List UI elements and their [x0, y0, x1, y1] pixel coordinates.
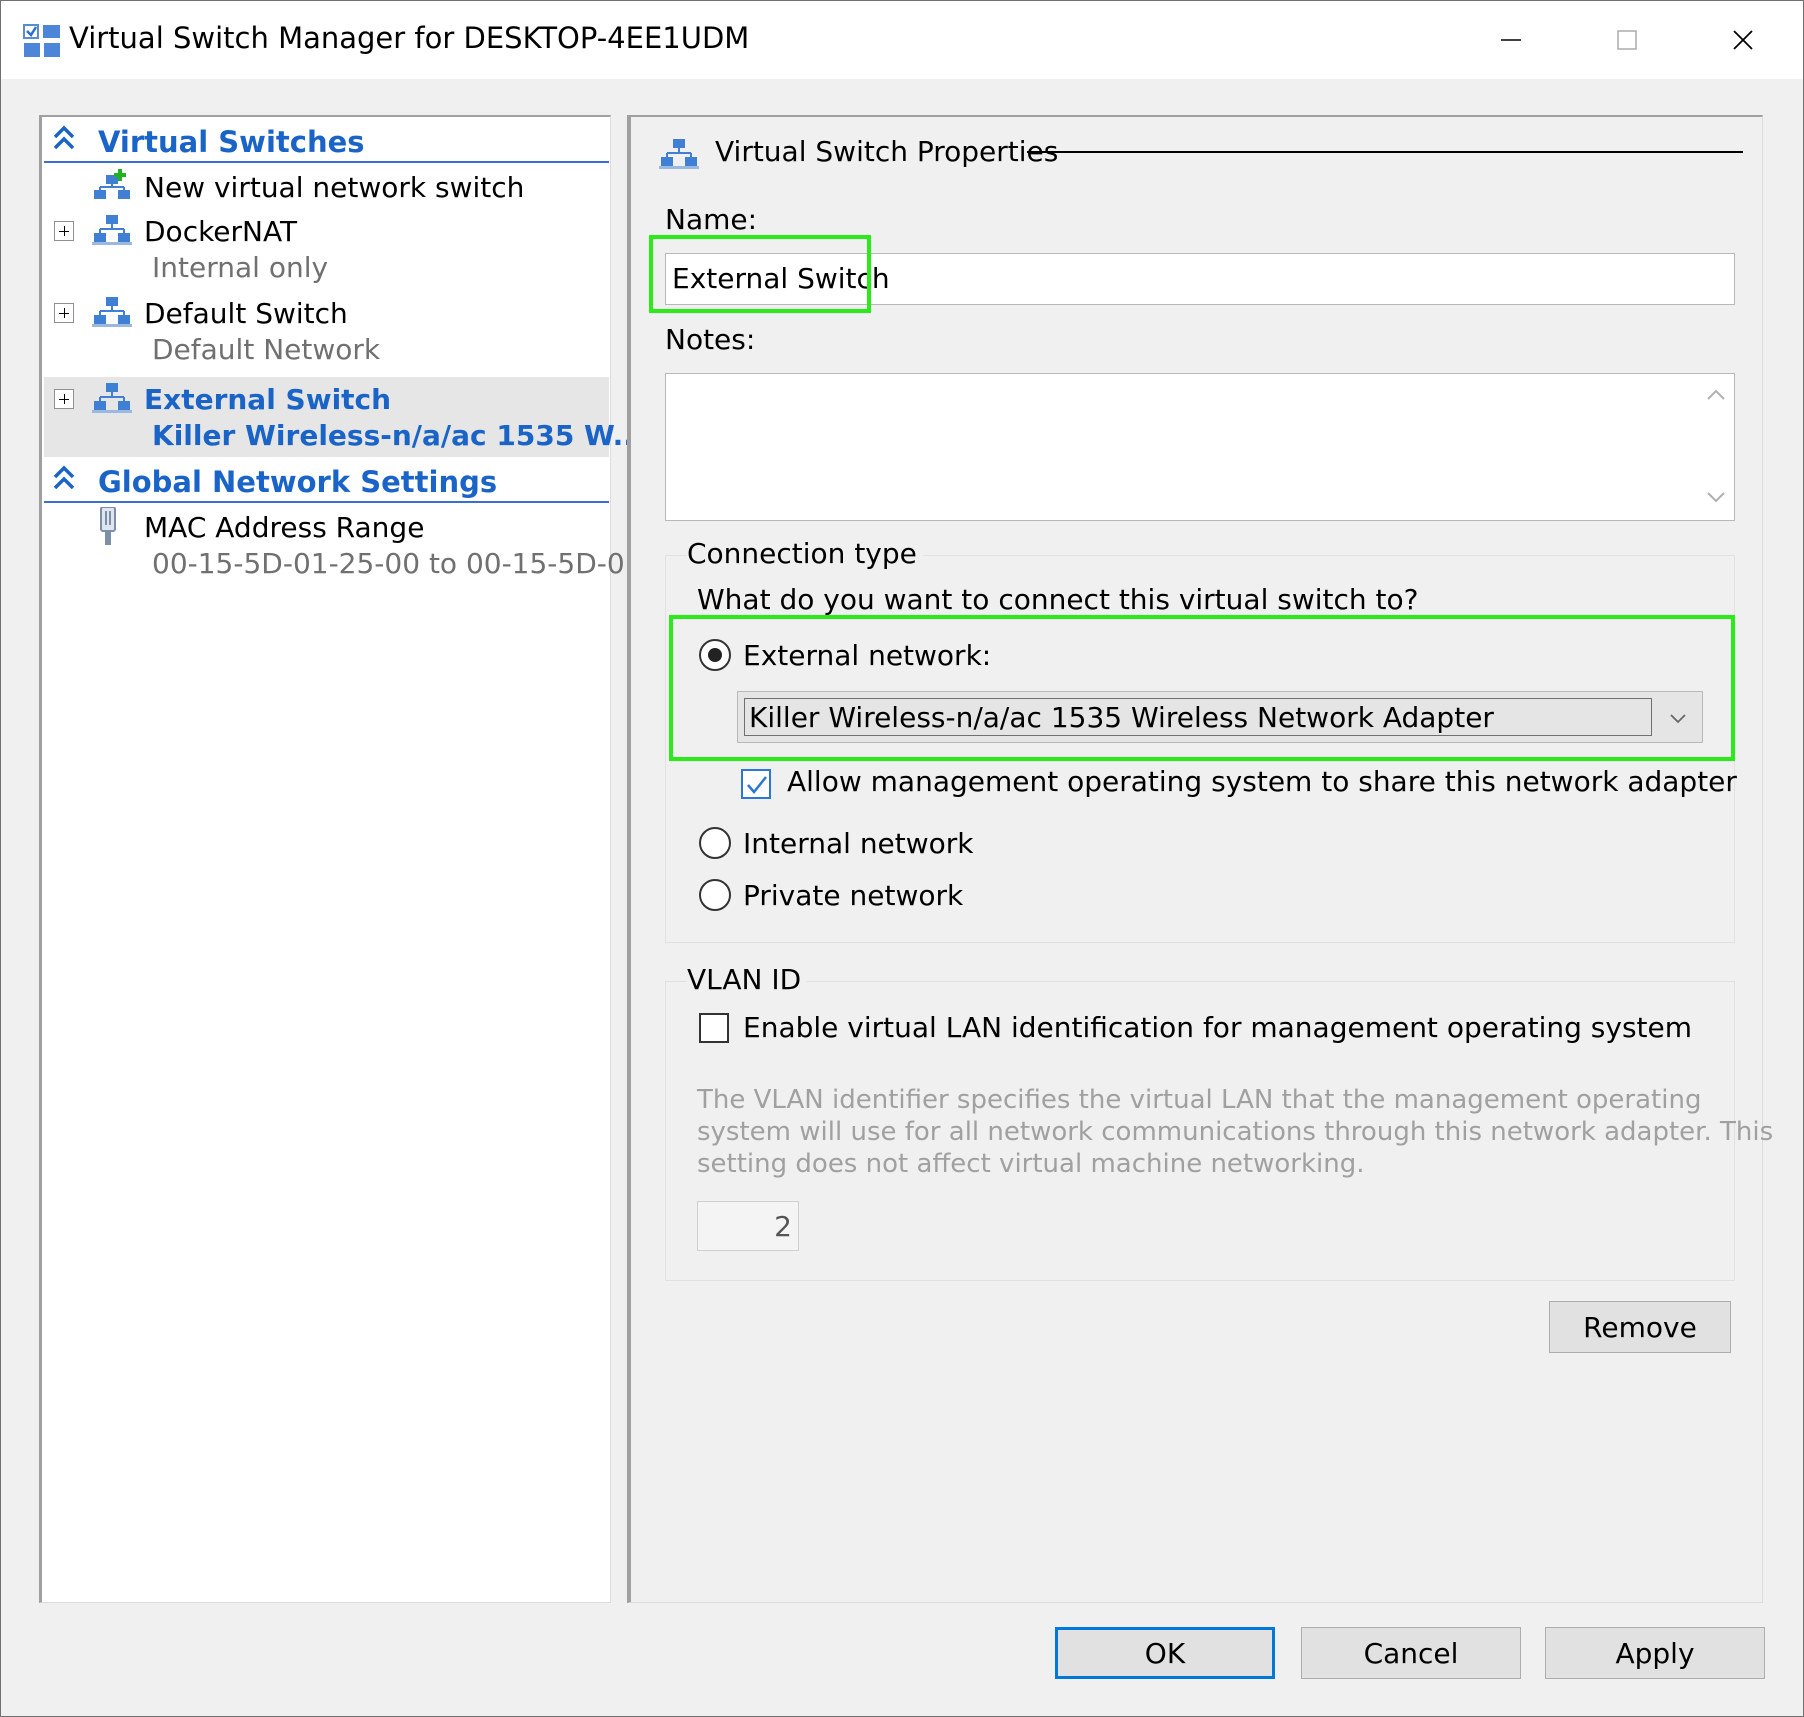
expand-plus-icon[interactable] — [54, 221, 74, 241]
close-icon — [1733, 30, 1753, 50]
vlan-description-line-3: setting does not affect virtual machine … — [697, 1149, 1365, 1179]
chevron-down-icon — [1670, 714, 1686, 724]
external-network-radio[interactable] — [699, 639, 731, 671]
checkmark-icon — [747, 776, 767, 794]
maximize-button[interactable] — [1597, 15, 1657, 65]
virtual-switch-manager-app-icon — [23, 24, 60, 57]
private-network-label[interactable]: Private network — [743, 879, 963, 912]
notes-textarea[interactable] — [665, 373, 1735, 521]
sidebar-item-mac-address-range[interactable]: MAC Address Range 00-15-5D-01-25-00 to 0… — [44, 505, 651, 585]
sidebar-item-sublabel: 00-15-5D-01-25-00 to 00-15-5D-0... — [152, 547, 652, 580]
sidebar-item-label: External Switch — [144, 383, 392, 416]
ok-button[interactable]: OK — [1055, 1627, 1275, 1679]
properties-heading: Virtual Switch Properties — [715, 135, 1059, 168]
network-switch-icon — [92, 297, 132, 327]
section-header-virtual-switches[interactable]: Virtual Switches — [44, 117, 609, 163]
new-network-switch-icon — [94, 169, 130, 199]
collapse-chevron-icon — [53, 125, 75, 150]
network-switch-icon — [92, 383, 132, 413]
sidebar-item-external-switch[interactable]: External Switch Killer Wireless-n/a/ac 1… — [44, 377, 645, 457]
collapse-chevron-icon — [53, 465, 75, 490]
internal-network-radio[interactable] — [699, 827, 731, 859]
allow-management-share-checkbox[interactable] — [741, 769, 771, 799]
switch-list-pane: Virtual Switches New virtual network swi… — [39, 115, 651, 1603]
sidebar-item-label: Default Switch — [144, 297, 348, 330]
switch-properties-pane: Virtual Switch Properties Name: External… — [627, 115, 1773, 1603]
expand-plus-icon[interactable] — [54, 389, 74, 409]
name-input[interactable]: External Switch — [665, 253, 1735, 305]
vlan-id-input: 2 — [697, 1201, 799, 1251]
apply-button[interactable]: Apply — [1545, 1627, 1765, 1679]
minimize-icon — [1501, 39, 1521, 41]
sidebar-item-sublabel: Internal only — [152, 251, 329, 284]
vlan-description-line-2: system will use for all network communic… — [697, 1117, 1774, 1147]
name-label: Name: — [665, 203, 758, 236]
network-adapter-dropdown[interactable]: Killer Wireless-n/a/ac 1535 Wireless Net… — [737, 691, 1703, 743]
heading-divider — [1027, 151, 1743, 153]
scroll-down-icon[interactable] — [1705, 487, 1727, 507]
section-label: Global Network Settings — [98, 465, 498, 499]
window-title: Virtual Switch Manager for DESKTOP-4EE1U… — [69, 21, 750, 55]
connection-question: What do you want to connect this virtual… — [697, 583, 1419, 616]
external-network-label[interactable]: External network: — [743, 639, 991, 672]
network-adapter-icon — [100, 507, 116, 545]
scroll-up-icon[interactable] — [1705, 385, 1727, 405]
close-button[interactable] — [1713, 15, 1773, 65]
section-header-global-network-settings[interactable]: Global Network Settings — [44, 457, 609, 503]
sidebar-item-label: DockerNAT — [144, 215, 298, 248]
sidebar-item-label: New virtual network switch — [144, 171, 525, 204]
enable-vlan-label[interactable]: Enable virtual LAN identification for ma… — [743, 1011, 1692, 1044]
enable-vlan-checkbox[interactable] — [699, 1013, 729, 1043]
internal-network-label[interactable]: Internal network — [743, 827, 974, 860]
expand-plus-icon[interactable] — [54, 303, 74, 323]
vlan-id-label: VLAN ID — [687, 963, 808, 996]
maximize-icon — [1617, 30, 1637, 50]
sidebar-item-default-switch[interactable]: Default Switch Default Network — [44, 291, 609, 371]
vlan-description-line-1: The VLAN identifier specifies the virtua… — [697, 1085, 1702, 1115]
network-switch-icon — [92, 215, 132, 245]
private-network-radio[interactable] — [699, 879, 731, 911]
sidebar-item-sublabel: Default Network — [152, 333, 381, 366]
minimize-button[interactable] — [1481, 15, 1541, 65]
sidebar-item-new-virtual-switch[interactable]: New virtual network switch — [44, 165, 609, 209]
title-bar[interactable]: Virtual Switch Manager for DESKTOP-4EE1U… — [1, 1, 1803, 79]
allow-management-share-label[interactable]: Allow management operating system to sha… — [787, 765, 1737, 798]
section-label: Virtual Switches — [98, 125, 365, 159]
remove-button[interactable]: Remove — [1549, 1301, 1731, 1353]
sidebar-item-label: MAC Address Range — [144, 511, 425, 544]
adapter-selected-value: Killer Wireless-n/a/ac 1535 Wireless Net… — [744, 698, 1652, 736]
sidebar-item-sublabel: Killer Wireless-n/a/ac 1535 W... — [152, 419, 645, 452]
cancel-button[interactable]: Cancel — [1301, 1627, 1521, 1679]
network-switch-icon — [659, 139, 699, 169]
connection-type-label: Connection type — [687, 537, 923, 570]
sidebar-item-dockernat[interactable]: DockerNAT Internal only — [44, 209, 609, 289]
notes-label: Notes: — [665, 323, 756, 356]
virtual-switch-manager-window: Virtual Switch Manager for DESKTOP-4EE1U… — [0, 0, 1804, 1717]
